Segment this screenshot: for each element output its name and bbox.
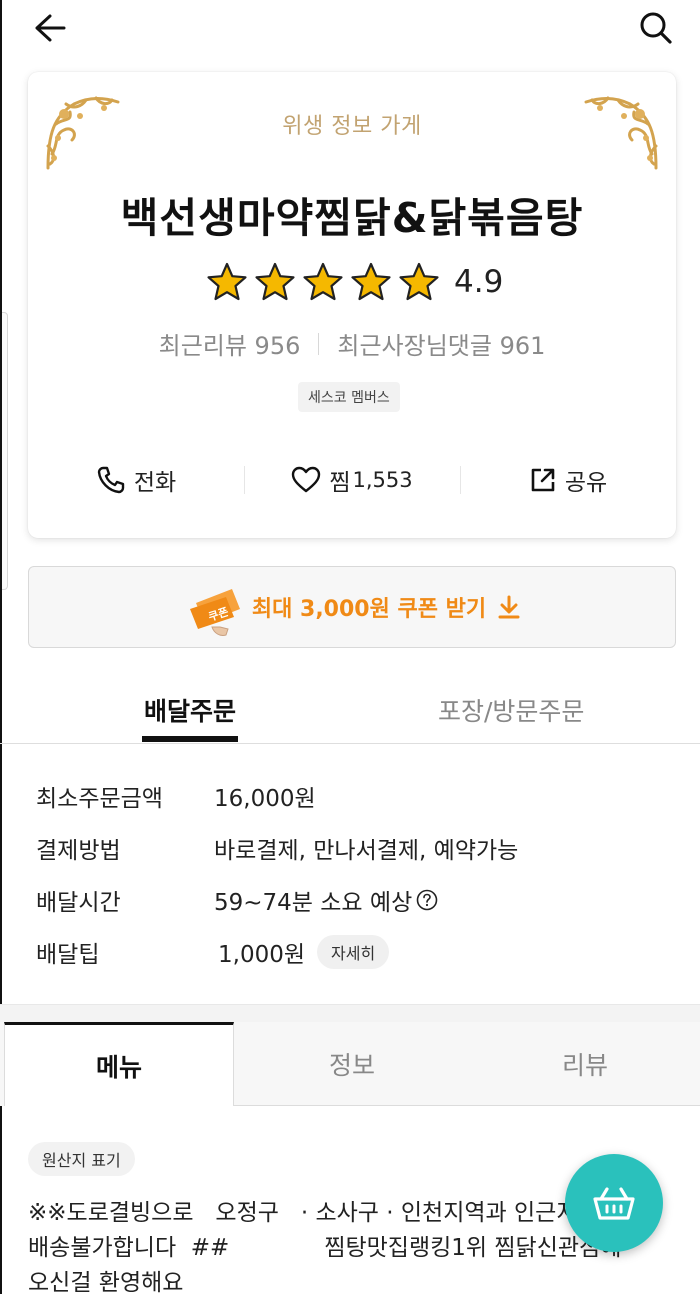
payment-value: 바로결제, 만나서결제, 예약가능 (214, 838, 519, 864)
store-action-row: 전화 찜 1,553 공유 (28, 452, 676, 508)
star-icon (255, 262, 295, 301)
cart-button[interactable] (565, 1154, 663, 1252)
star-icon (351, 262, 391, 301)
origin-label-button[interactable]: 원산지 표기 (28, 1142, 135, 1176)
min-order-label: 최소주문금액 (36, 786, 163, 812)
tab-info[interactable]: 정보 (234, 1022, 470, 1106)
delivery-tip-value: 1,000원 (218, 942, 306, 968)
share-icon (531, 468, 555, 492)
star-icon (207, 262, 247, 301)
coupon-text: 최대 3,000원 쿠폰 받기 (251, 597, 487, 622)
payment-label: 결제방법 (36, 838, 121, 864)
tab-review[interactable]: 리뷰 (470, 1022, 700, 1106)
delivery-time-value: 59~74분 소요 예상 (214, 890, 413, 916)
owner-reply-count[interactable]: 최근사장님댓글 961 (337, 326, 545, 361)
recent-review-count[interactable]: 최근리뷰 956 (159, 326, 301, 361)
store-name: 백선생마약찜닭&닭볶음탕 (120, 194, 584, 242)
tip-detail-button[interactable]: 자세히 (317, 935, 390, 969)
rating-value: 4.9 (454, 264, 504, 300)
coupon-ticket-icon: 쿠폰 (189, 589, 240, 636)
tab-menu[interactable]: 메뉴 (4, 1022, 234, 1106)
rating-row[interactable]: 4.9 (206, 260, 503, 304)
section-divider (0, 1004, 700, 1022)
call-label: 전화 (133, 470, 177, 496)
basket-icon (593, 1187, 635, 1220)
cesco-member-badge: 세스코 멤버스 (298, 382, 400, 412)
star-icon (399, 262, 439, 301)
like-count: 1,553 (352, 468, 413, 492)
like-label: 찜 (329, 470, 351, 496)
star-icon (303, 262, 343, 301)
like-button[interactable]: 찜 1,553 (244, 452, 460, 508)
share-label: 공유 (564, 470, 608, 496)
download-icon (498, 595, 520, 619)
tab-delivery-order[interactable]: 배달주문 (142, 692, 238, 742)
review-stats: 최근리뷰 956 최근사장님댓글 961 (28, 326, 676, 361)
order-type-tabs: 배달주문 포장/방문주문 (0, 680, 700, 744)
side-drawer-handle[interactable] (2, 312, 8, 590)
delivery-tip-label: 배달팁 (36, 942, 100, 968)
min-order-row: 최소주문금액 16,000원 (36, 778, 316, 814)
question-circle-icon[interactable] (416, 889, 438, 911)
call-button[interactable]: 전화 (28, 452, 244, 508)
min-order-value: 16,000원 (214, 786, 316, 812)
heart-icon (292, 466, 321, 493)
coupon-download-button[interactable]: 쿠폰 최대 3,000원 쿠폰 받기 (28, 566, 676, 648)
hygiene-store-label[interactable]: 위생 정보 가게 (28, 108, 676, 140)
delivery-tip-row: 배달팁 1,000원 자세히 (36, 934, 390, 970)
search-icon[interactable] (634, 6, 678, 50)
divider (318, 332, 320, 355)
phone-icon (97, 466, 125, 494)
tab-pickup-order[interactable]: 포장/방문주문 (438, 692, 584, 728)
share-button[interactable]: 공유 (460, 452, 676, 508)
delivery-time-label: 배달시간 (36, 890, 121, 916)
content-tabs: 메뉴 정보 리뷰 (0, 1022, 700, 1106)
arrow-left-icon[interactable] (30, 8, 70, 48)
payment-row: 결제방법 바로결제, 만나서결제, 예약가능 (36, 830, 518, 866)
delivery-time-row: 배달시간 59~74분 소요 예상 (36, 882, 438, 918)
